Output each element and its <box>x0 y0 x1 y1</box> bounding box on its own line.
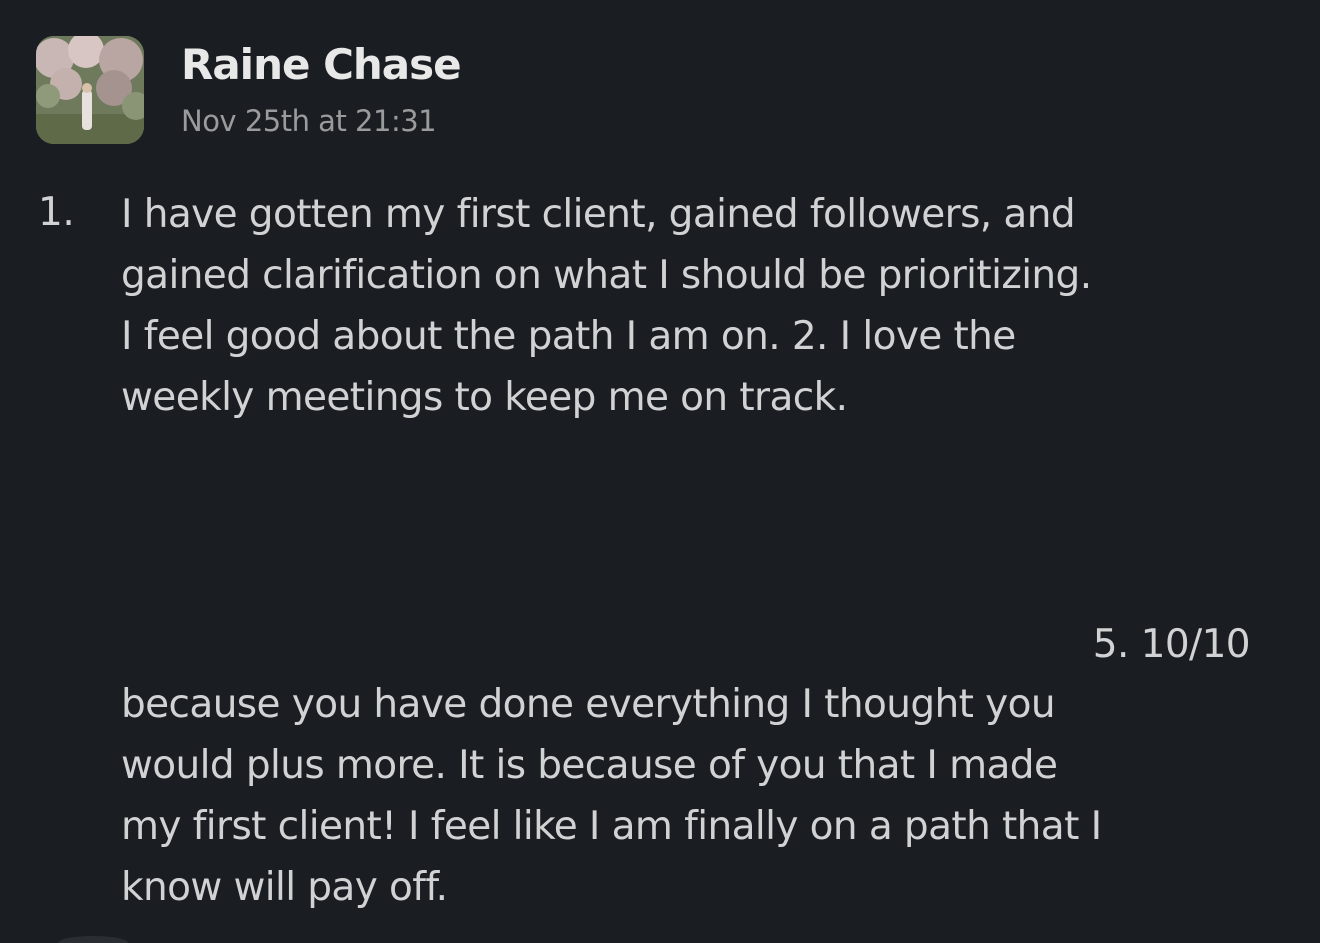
message-timestamp[interactable]: Nov 25th at 21:31 <box>181 104 437 138</box>
message-paragraph-2: because you have done everything I thoug… <box>121 674 1291 918</box>
message-paragraph-1: I have gotten my first client, gained fo… <box>121 184 1291 428</box>
next-message-avatar-edge <box>58 936 128 943</box>
message-line: would plus more. It is because of you th… <box>121 743 1058 788</box>
message-line: I have gotten my first client, gained fo… <box>121 192 1076 237</box>
message-line: know will pay off. <box>121 865 448 910</box>
message-line: my first client! I feel like I am finall… <box>121 804 1102 849</box>
rating-text: 5. 10/10 <box>1092 622 1251 667</box>
message-line: weekly meetings to keep me on track. <box>121 375 848 420</box>
message-line: gained clarification on what I should be… <box>121 253 1092 298</box>
user-avatar-photo[interactable] <box>36 36 144 144</box>
message-line: because you have done everything I thoug… <box>121 682 1056 727</box>
sender-name[interactable]: Raine Chase <box>181 40 462 89</box>
list-number: 1. <box>38 190 75 235</box>
message-line: I feel good about the path I am on. 2. I… <box>121 314 1016 359</box>
